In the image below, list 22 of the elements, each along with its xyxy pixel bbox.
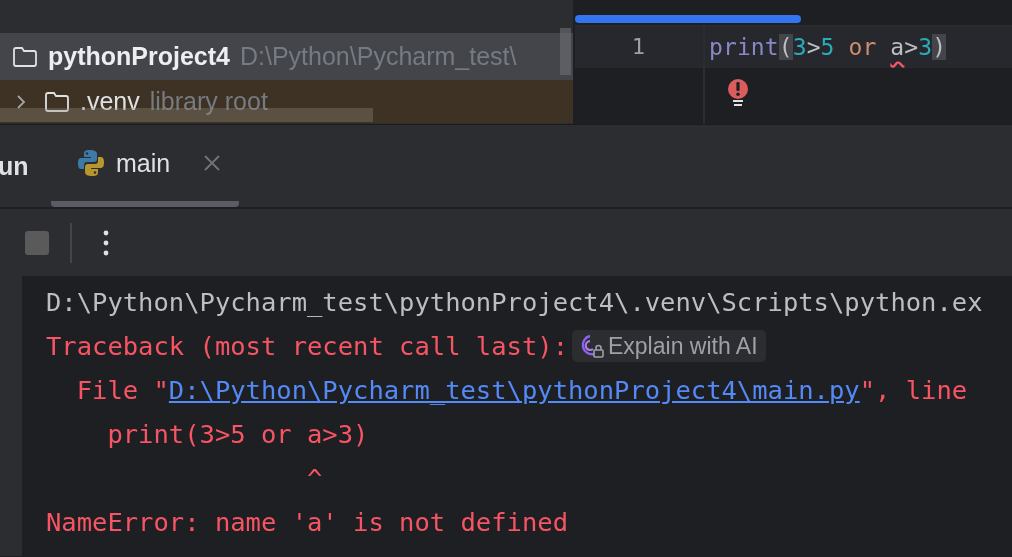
- explain-ai-button[interactable]: Explain with AI: [572, 330, 766, 362]
- panel-title: un: [0, 151, 30, 181]
- tree-item[interactable]: pythonProject4 D:\Python\Pycharm_test\: [0, 33, 573, 80]
- console-line: D:\Python\Pycharm_test\pythonProject4\.venv\Scripts\python.ex: [46, 286, 983, 319]
- stop-button[interactable]: [25, 230, 49, 255]
- console-line: NameError: name 'a' is not defined: [46, 506, 569, 539]
- more-icon[interactable]: [103, 229, 109, 256]
- close-icon[interactable]: [203, 154, 222, 172]
- lightbulb-icon: [727, 78, 749, 108]
- console-text: Traceback (most recent call last):: [46, 330, 568, 363]
- run-tab[interactable]: main: [51, 125, 240, 207]
- folder-icon: [44, 89, 70, 114]
- console-line: ^: [306, 462, 324, 495]
- scrollbar[interactable]: [560, 28, 571, 75]
- console-text: ", line: [859, 374, 968, 407]
- line-number: 1: [575, 26, 703, 68]
- tree-item[interactable]: .venv library root: [0, 80, 573, 123]
- console-text: File ": [75, 374, 169, 407]
- console-line: print(3>5 or a>3): [106, 418, 370, 451]
- folder-icon: [12, 44, 38, 69]
- python-icon: [77, 149, 105, 177]
- file-link[interactable]: D:\Python\Pycharm_test\pythonProject4\main.py: [168, 368, 860, 412]
